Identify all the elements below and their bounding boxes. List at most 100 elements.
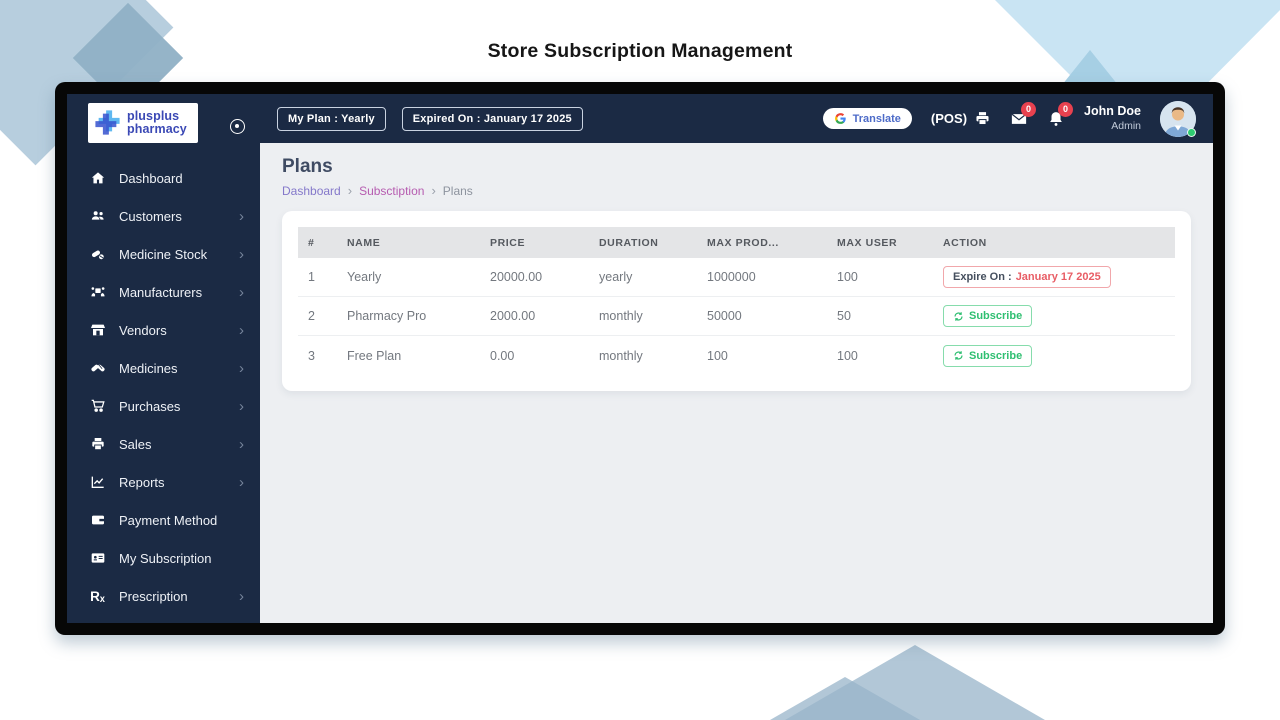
avatar[interactable]	[1160, 101, 1196, 137]
my-plan-button[interactable]: My Plan : Yearly	[277, 107, 386, 131]
subscribe-label: Subscribe	[969, 350, 1022, 362]
cell-max-prod: 1000000	[697, 270, 827, 284]
cart-icon	[89, 398, 106, 415]
sidebar-item-reports[interactable]: Reports ›	[67, 463, 260, 501]
col-header-name: NAME	[337, 237, 480, 249]
col-header-max-prod: MAX PROD...	[697, 237, 827, 249]
cell-duration: monthly	[589, 309, 697, 323]
expired-on-button[interactable]: Expired On : January 17 2025	[402, 107, 583, 131]
cell-action: Expire On : January 17 2025	[933, 266, 1175, 288]
sidebar-header: plusplus pharmacy	[67, 94, 260, 143]
app-body: plusplus pharmacy Dashboard	[67, 94, 1213, 623]
cell-num: 1	[298, 270, 337, 284]
pos-label: (POS)	[931, 111, 967, 126]
messages-button[interactable]: 0	[1010, 110, 1028, 128]
breadcrumb-dashboard[interactable]: Dashboard	[282, 184, 341, 198]
sidebar-item-sales[interactable]: Sales ›	[67, 425, 260, 463]
page: Store Subscription Management plusplus p…	[0, 0, 1280, 720]
plus-cross-icon	[95, 110, 121, 136]
cell-duration: monthly	[589, 349, 697, 363]
cell-action: Subscribe	[933, 305, 1175, 327]
user-name: John Doe	[1084, 104, 1141, 120]
table-row: 2 Pharmacy Pro 2000.00 monthly 50000 50 …	[298, 297, 1175, 336]
sidebar-item-label: Payment Method	[119, 513, 217, 528]
sidebar-item-dashboard[interactable]: Dashboard	[67, 159, 260, 197]
cell-max-prod: 100	[697, 349, 827, 363]
cell-duration: yearly	[589, 270, 697, 284]
expire-on-button[interactable]: Expire On : January 17 2025	[943, 266, 1111, 288]
sidebar-item-label: Reports	[119, 475, 165, 490]
cell-max-user: 100	[827, 349, 933, 363]
sidebar: plusplus pharmacy Dashboard	[67, 94, 260, 623]
sidebar-item-label: My Subscription	[119, 551, 211, 566]
topbar-right-group: Translate (POS) 0	[823, 101, 1196, 137]
pills-icon	[89, 246, 106, 263]
cell-max-prod: 50000	[697, 309, 827, 323]
logo[interactable]: plusplus pharmacy	[88, 103, 198, 143]
sidebar-item-vendors[interactable]: Vendors ›	[67, 311, 260, 349]
subscribe-button[interactable]: Subscribe	[943, 305, 1032, 327]
col-header-action: ACTION	[933, 237, 1175, 249]
subscribe-label: Subscribe	[969, 310, 1022, 322]
refresh-icon	[953, 311, 964, 322]
translate-label: Translate	[853, 113, 901, 125]
cell-name: Pharmacy Pro	[337, 309, 480, 323]
notifications-button[interactable]: 0	[1047, 110, 1065, 128]
capsules-icon	[89, 360, 106, 377]
google-translate-button[interactable]: Translate	[823, 108, 912, 129]
cell-price: 0.00	[480, 349, 589, 363]
expire-date: January 17 2025	[1016, 271, 1101, 283]
printer-icon	[974, 110, 991, 127]
sidebar-item-payment-method[interactable]: Payment Method	[67, 501, 260, 539]
cell-action: Subscribe	[933, 345, 1175, 367]
sidebar-item-medicine-stock[interactable]: Medicine Stock ›	[67, 235, 260, 273]
store-icon	[89, 322, 106, 339]
sidebar-item-manufacturers[interactable]: Manufacturers ›	[67, 273, 260, 311]
col-header-max-user: MAX USER	[827, 237, 933, 249]
sidebar-item-label: Medicine Stock	[119, 247, 207, 262]
user-role: Admin	[1084, 120, 1141, 133]
sidebar-item-prescription[interactable]: Rₓ Prescription ›	[67, 577, 260, 615]
messages-count-badge: 0	[1021, 102, 1036, 117]
users-icon	[89, 208, 106, 225]
chevron-right-icon: ›	[239, 323, 244, 338]
cell-max-user: 100	[827, 270, 933, 284]
sidebar-item-label: Customers	[119, 209, 182, 224]
col-header-num: #	[298, 237, 337, 249]
sidebar-item-medicines[interactable]: Medicines ›	[67, 349, 260, 387]
breadcrumb-current: Plans	[443, 184, 473, 198]
cell-num: 2	[298, 309, 337, 323]
table-header-row: # NAME PRICE DURATION MAX PROD... MAX US…	[298, 227, 1175, 258]
sidebar-item-my-subscription[interactable]: My Subscription	[67, 539, 260, 577]
topbar: My Plan : Yearly Expired On : January 17…	[260, 94, 1213, 143]
cell-num: 3	[298, 349, 337, 363]
id-card-icon	[89, 550, 106, 567]
sidebar-item-purchases[interactable]: Purchases ›	[67, 387, 260, 425]
wallet-icon	[89, 512, 106, 529]
breadcrumb-subscription[interactable]: Subsctiption	[359, 184, 424, 198]
chevron-right-icon: ›	[239, 437, 244, 452]
app-window: plusplus pharmacy Dashboard	[55, 82, 1225, 635]
chevron-right-icon: ›	[239, 475, 244, 490]
sidebar-item-label: Vendors	[119, 323, 167, 338]
sidebar-item-label: Medicines	[119, 361, 178, 376]
sidebar-item-label: Prescription	[119, 589, 188, 604]
pos-print-button[interactable]: (POS)	[931, 110, 991, 127]
sidebar-item-label: Manufacturers	[119, 285, 202, 300]
sidebar-item-label: Sales	[119, 437, 152, 452]
breadcrumb: Dashboard › Subsctiption › Plans	[282, 183, 1191, 198]
cell-max-user: 50	[827, 309, 933, 323]
receipt-printer-icon	[89, 436, 106, 453]
sidebar-toggle-icon[interactable]	[230, 119, 245, 134]
user-menu[interactable]: John Doe Admin	[1084, 104, 1141, 133]
chevron-right-icon: ›	[239, 209, 244, 224]
subscribe-button[interactable]: Subscribe	[943, 345, 1032, 367]
notifications-count-badge: 0	[1058, 102, 1073, 117]
sidebar-menu: Dashboard Customers › Medicine Stock ›	[67, 143, 260, 615]
people-carry-icon	[89, 284, 106, 301]
logo-line2: pharmacy	[127, 123, 187, 136]
google-g-icon	[834, 112, 847, 125]
sidebar-item-customers[interactable]: Customers ›	[67, 197, 260, 235]
table-row: 1 Yearly 20000.00 yearly 1000000 100 Exp…	[298, 258, 1175, 297]
online-status-dot	[1187, 128, 1196, 137]
